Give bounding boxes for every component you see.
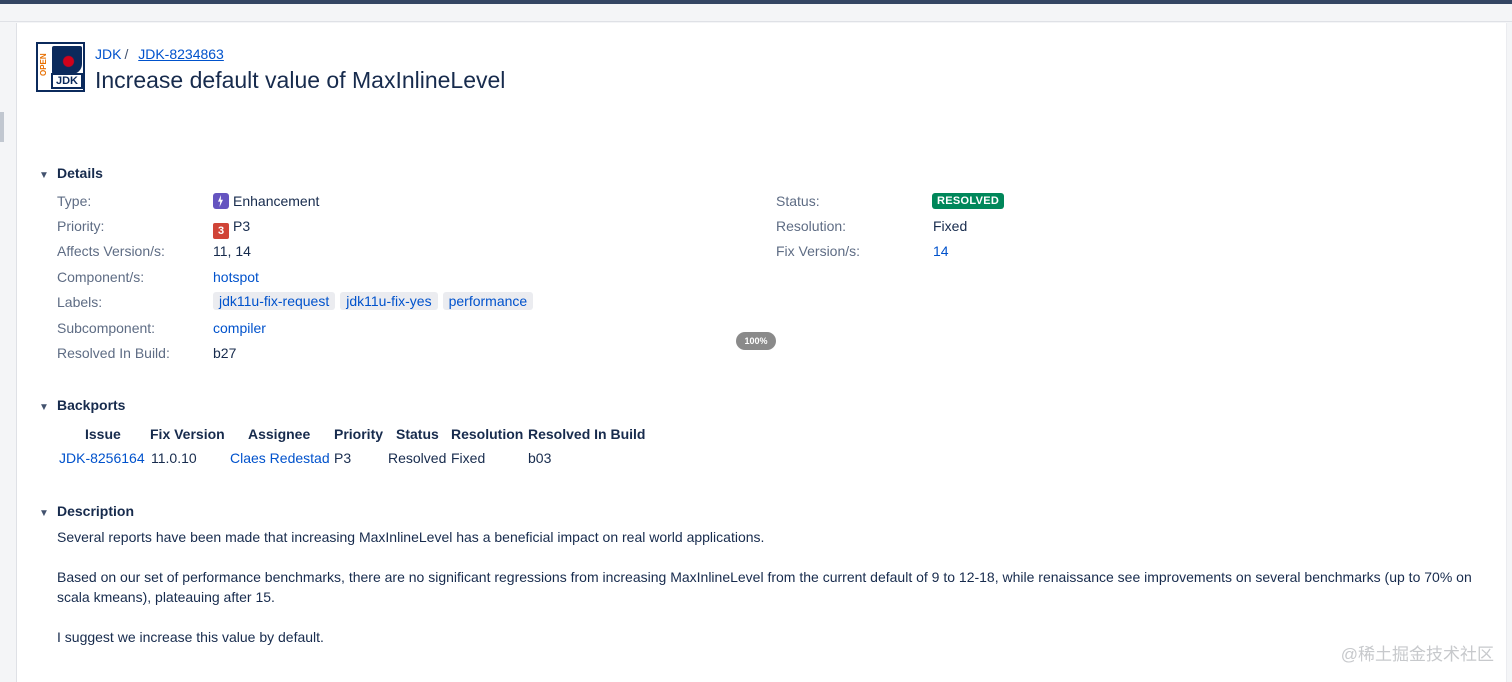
description-paragraph: I suggest we increase this value by defa…	[57, 629, 324, 645]
priority-value: 3 P3	[213, 218, 250, 239]
openjdk-project-avatar[interactable]: OPEN JDK	[36, 42, 85, 92]
column-header-fix-version: Fix Version	[150, 426, 225, 442]
priority-icon: 3	[213, 223, 229, 239]
priority-value-text: P3	[233, 218, 251, 234]
description-paragraph: Based on our set of performance benchmar…	[57, 569, 1472, 605]
type-value-text: Enhancement	[233, 193, 320, 209]
labels-label: Labels:	[57, 294, 103, 310]
header-strip	[0, 4, 1512, 22]
type-label: Type:	[57, 193, 92, 209]
backports-section-toggle[interactable]: ▼ Backports	[37, 397, 125, 413]
label-chip[interactable]: jdk11u-fix-request	[213, 292, 336, 310]
duke-icon	[52, 46, 82, 74]
affects-versions-label: Affects Version/s:	[57, 243, 165, 259]
components-label: Component/s:	[57, 269, 145, 285]
backport-status: Resolved	[388, 450, 447, 466]
resolved-in-build-label: Resolved In Build:	[57, 345, 170, 361]
fix-version-link[interactable]: 14	[933, 243, 949, 259]
labels-list: jdk11u-fix-request jdk11u-fix-yes performa…	[213, 292, 538, 310]
openjdk-logo-jdk-text: JDK	[51, 73, 83, 89]
label-chip[interactable]: jdk11u-fix-yes	[340, 292, 438, 310]
backport-issue-link[interactable]: JDK-8256164	[59, 450, 145, 466]
breadcrumb: JDK / JDK-8234863	[95, 46, 224, 62]
backport-assignee-link[interactable]: Claes Redestad	[230, 450, 330, 466]
resolved-in-build-value: b27	[213, 345, 237, 361]
priority-label: Priority:	[57, 218, 105, 234]
subcomponent-link[interactable]: compiler	[213, 320, 266, 336]
backport-priority: P3	[334, 450, 352, 466]
column-header-status: Status	[396, 426, 439, 442]
resolution-label: Resolution:	[776, 218, 847, 234]
column-header-issue: Issue	[85, 426, 121, 442]
column-header-resolved-in-build: Resolved In Build	[528, 426, 646, 442]
description-section-toggle[interactable]: ▼ Description	[37, 503, 134, 519]
column-header-resolution: Resolution	[451, 426, 524, 442]
label-chip[interactable]: performance	[442, 292, 534, 310]
openjdk-logo-open-text: OPEN	[39, 53, 48, 76]
backports-heading: Backports	[57, 397, 126, 413]
breadcrumb-project-link[interactable]: JDK	[95, 46, 121, 62]
resolution-value: Fixed	[933, 218, 968, 234]
breadcrumb-issue-key-link[interactable]: JDK-8234863	[138, 46, 224, 62]
chevron-down-icon: ▼	[39, 508, 49, 519]
zoom-level-badge: 100%	[736, 332, 776, 350]
chevron-down-icon: ▼	[39, 402, 49, 413]
component-link[interactable]: hotspot	[213, 269, 259, 285]
backport-resolution: Fixed	[451, 450, 486, 466]
status-badge: RESOLVED	[932, 193, 1005, 209]
fix-versions-label: Fix Version/s:	[776, 243, 861, 259]
column-header-priority: Priority	[334, 426, 384, 442]
details-section-toggle[interactable]: ▼ Details	[37, 165, 103, 181]
breadcrumb-separator: /	[124, 46, 129, 62]
description-paragraph: Several reports have been made that incr…	[57, 529, 765, 545]
column-header-assignee: Assignee	[248, 426, 311, 442]
description-body: Several reports have been made that incr…	[57, 527, 1492, 667]
backport-fix-version: 11.0.10	[151, 450, 197, 466]
affects-versions-value: 11, 14	[213, 243, 251, 259]
subcomponent-label: Subcomponent:	[57, 320, 156, 336]
type-value: Enhancement	[213, 193, 319, 209]
enhancement-icon	[213, 193, 229, 209]
watermark: @稀土掘金技术社区	[1340, 645, 1494, 664]
issue-title: Increase default value of MaxInlineLevel	[95, 67, 506, 93]
scrollbar[interactable]	[1506, 23, 1512, 682]
left-edge-marker	[0, 112, 4, 142]
status-label: Status:	[776, 193, 820, 209]
description-heading: Description	[57, 503, 135, 519]
backport-build: b03	[528, 450, 552, 466]
details-heading: Details	[57, 165, 103, 181]
chevron-down-icon: ▼	[39, 170, 49, 181]
